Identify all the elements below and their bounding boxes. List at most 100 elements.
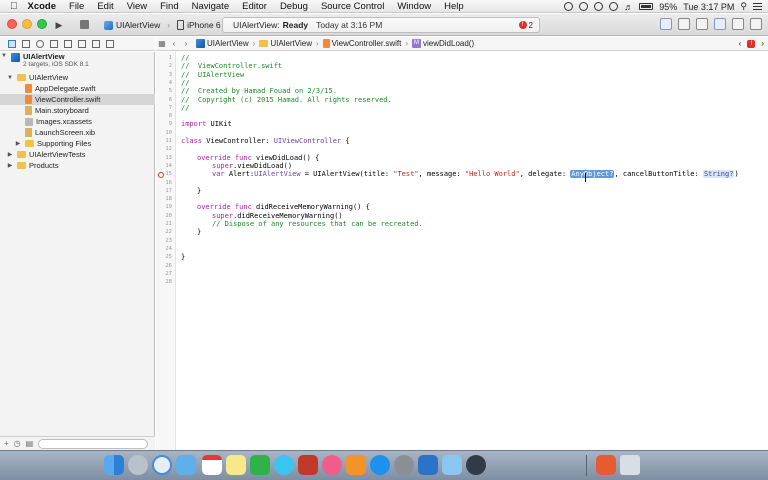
spotlight-icon[interactable]: ⚲ (740, 1, 747, 12)
back-arrow-icon[interactable]: ‹ (168, 39, 180, 48)
disclosure-collapsed-icon[interactable]: ▶ (6, 151, 14, 158)
safari-icon[interactable] (152, 455, 172, 475)
delegate-placeholder-token[interactable]: AnyObject? (570, 170, 615, 179)
forward-arrow-icon[interactable]: › (180, 39, 192, 48)
chevron-right-icon: › (315, 39, 319, 48)
filter-icon[interactable]: ▤ (26, 439, 34, 448)
previous-issue-icon[interactable]: ‹ (739, 39, 742, 48)
recent-files-icon[interactable]: ◷ (14, 439, 21, 448)
calendar-icon[interactable] (202, 455, 222, 475)
finder-icon[interactable] (104, 455, 124, 475)
menu-app-name[interactable]: Xcode (28, 1, 57, 12)
stop-button[interactable] (80, 20, 89, 29)
list-item[interactable]: LaunchScreen.xib (0, 127, 155, 138)
status-circle-icon[interactable] (564, 2, 574, 11)
launchpad-icon[interactable] (128, 455, 148, 475)
ibooks-icon[interactable] (346, 455, 366, 475)
photo-booth-icon[interactable] (298, 455, 318, 475)
project-root-row[interactable]: ▼ UIAlertView 2 targets, iOS SDK 8.1 (0, 52, 155, 70)
issue-navigator-icon[interactable] (50, 39, 58, 48)
breadcrumb-file[interactable]: ViewController.swift (322, 39, 401, 48)
toggle-debug-area-button[interactable] (732, 18, 744, 30)
assistant-editor-button[interactable] (678, 18, 690, 30)
list-item-selected[interactable]: ViewController.swift (0, 94, 155, 105)
menu-editor[interactable]: Editor (242, 1, 267, 12)
minimize-window-button[interactable] (22, 19, 32, 29)
run-button[interactable]: ▶ (52, 18, 66, 32)
menu-file[interactable]: File (69, 1, 84, 12)
quicktime-icon[interactable] (466, 455, 486, 475)
code-text: viewDidLoad() { (251, 153, 320, 162)
breakpoint-navigator-icon[interactable] (92, 39, 100, 48)
scheme-selector[interactable]: UIAlertView › iPhone 6 (104, 19, 221, 31)
toggle-navigator-button[interactable] (714, 18, 726, 30)
error-count-indicator[interactable]: ! 2 (518, 21, 533, 30)
menu-navigate[interactable]: Navigate (192, 1, 230, 12)
breadcrumb-group[interactable]: UIAlertView (259, 39, 312, 48)
list-item[interactable]: Images.xcassets (0, 116, 155, 127)
apple-menu-icon[interactable]:  (10, 1, 18, 12)
debug-navigator-icon[interactable] (78, 39, 86, 48)
find-navigator-icon[interactable] (36, 39, 44, 48)
system-preferences-icon[interactable] (394, 455, 414, 475)
preview-icon[interactable] (442, 455, 462, 475)
standard-editor-button[interactable] (660, 18, 672, 30)
error-marker-icon[interactable] (158, 172, 164, 178)
mail-icon[interactable] (176, 455, 196, 475)
folder-icon (17, 74, 26, 81)
list-item[interactable]: ▶ UIAlertViewTests (0, 149, 155, 160)
toggle-utilities-button[interactable] (750, 18, 762, 30)
notification-center-icon[interactable] (753, 3, 762, 10)
next-issue-icon[interactable]: › (761, 39, 764, 48)
menu-help[interactable]: Help (444, 1, 464, 12)
line-number-gutter[interactable]: 1 2 3 4 5 6 7 8 9 10 11 12 13 14 15 16 1… (156, 52, 176, 450)
navigator-filter-input[interactable] (38, 438, 149, 449)
notes-icon[interactable] (226, 455, 246, 475)
fullscreen-window-button[interactable] (37, 19, 47, 29)
list-item[interactable]: Main.storyboard (0, 105, 155, 116)
related-items-icon[interactable]: ▦ (156, 39, 168, 48)
menu-view[interactable]: View (127, 1, 147, 12)
list-item[interactable]: ▼ UIAlertView (0, 72, 155, 83)
bluetooth-icon[interactable] (594, 2, 604, 11)
project-navigator-icon[interactable] (8, 39, 16, 48)
volume-icon[interactable]: ♬ (624, 2, 633, 12)
issue-indicator-icon[interactable]: ! (747, 39, 756, 48)
menu-edit[interactable]: Edit (97, 1, 113, 12)
close-window-button[interactable] (7, 19, 17, 29)
app-store-icon[interactable] (370, 455, 390, 475)
disclosure-collapsed-icon[interactable]: ▶ (14, 140, 22, 147)
messages-icon[interactable] (274, 455, 294, 475)
trash-icon[interactable] (620, 455, 640, 475)
disclosure-expanded-icon[interactable]: ▼ (0, 53, 8, 59)
symbol-navigator-icon[interactable] (22, 39, 30, 48)
battery-percent: 95% (659, 1, 678, 12)
test-navigator-icon[interactable] (64, 39, 72, 48)
itunes-icon[interactable] (322, 455, 342, 475)
source-editor[interactable]: 1 2 3 4 5 6 7 8 9 10 11 12 13 14 15 16 1… (156, 52, 768, 450)
menu-window[interactable]: Window (397, 1, 431, 12)
clock[interactable]: Tue 3:17 PM (683, 2, 734, 12)
menu-debug[interactable]: Debug (280, 1, 308, 12)
menu-find[interactable]: Find (160, 1, 178, 12)
list-item[interactable]: ▶ Supporting Files (0, 138, 155, 149)
breadcrumb-method[interactable]: M viewDidLoad() (411, 39, 474, 48)
disclosure-expanded-icon[interactable]: ▼ (6, 75, 14, 81)
battery-icon[interactable] (639, 3, 654, 10)
cancel-title-placeholder-token[interactable]: String? (702, 170, 735, 179)
version-editor-button[interactable] (696, 18, 708, 30)
add-icon[interactable]: + (4, 439, 9, 448)
code-text: .didReceiveMemoryWarning() (233, 211, 343, 220)
report-navigator-icon[interactable] (106, 39, 114, 48)
list-item[interactable]: AppDelegate.swift (0, 83, 155, 94)
disclosure-collapsed-icon[interactable]: ▶ (6, 162, 14, 169)
time-machine-icon[interactable] (579, 2, 589, 11)
breadcrumb-project[interactable]: UIAlertView (196, 39, 249, 48)
wifi-icon[interactable] (609, 2, 619, 11)
facetime-icon[interactable] (250, 455, 270, 475)
menu-source-control[interactable]: Source Control (321, 1, 384, 12)
list-item[interactable]: ▶ Products (0, 160, 155, 171)
app-icon[interactable] (596, 455, 616, 475)
xcode-icon[interactable] (418, 455, 438, 475)
window-toolbar: ▶ UIAlertView › iPhone 6 UIAlertView: Re… (0, 14, 768, 36)
